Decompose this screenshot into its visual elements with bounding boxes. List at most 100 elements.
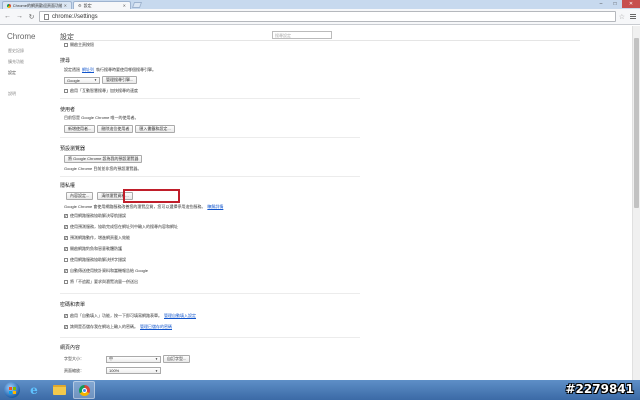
privacy-option-label: 預測網路動作，增進網頁載入效能 [70,235,130,240]
page-zoom-row: 頁面縮放： 100% ▼ [64,367,161,374]
search-engine-value: Google [67,77,80,83]
chevron-down-icon: ▼ [155,368,158,373]
search-settings-input[interactable]: 搜尋設定 [272,31,332,39]
tab-label: 設定 [83,2,92,8]
save-passwords-checkbox[interactable]: ✓ [64,325,68,329]
privacy-option: ✓ 開啟網路釣魚和惡意軟體防護 [64,246,122,252]
sidebar: Chrome 歷史記錄 擴充功能 設定 說明 [0,26,52,380]
instant-checkbox[interactable] [64,89,68,93]
privacy-option-label: 自動傳送使用統計資料和當機報告給 Google [70,268,149,273]
import-bookmarks-button[interactable]: 匯入書籤和設定... [135,125,175,133]
delete-user-button[interactable]: 刪除這位使用者 [97,125,134,133]
chrome-favicon-icon [7,3,11,8]
chevron-down-icon: ▼ [94,78,97,82]
minimize-icon[interactable]: – [594,0,608,8]
privacy-desc-text: Google Chrome 會使用網路服務改善您的瀏覽品質，您可以選擇停用這些服… [64,204,206,209]
chevron-down-icon: ▼ [155,357,158,361]
content-settings-button[interactable]: 內容設定... [66,192,94,200]
privacy-option-checkbox[interactable]: ✓ [64,236,68,240]
privacy-option: ✓ 自動傳送使用統計資料和當機報告給 Google [64,268,148,274]
scrollbar[interactable] [632,26,640,380]
new-tab-button[interactable] [131,2,143,8]
web-content-section-title: 網頁內容 [60,345,81,351]
manage-passwords-link[interactable]: 管理已儲存的密碼 [140,324,172,330]
divider [60,176,360,177]
autofill-checkbox[interactable]: ✓ [64,314,68,318]
forward-arrow-icon[interactable]: → [15,12,24,21]
taskbar-file-explorer[interactable] [48,381,70,399]
autofill-row: ✓ 啟用「自動填入」功能，按一下即可填寫網路表單。 管理自動填入設定 [64,313,196,319]
reload-icon[interactable]: ↻ [27,12,36,21]
users-section-title: 使用者 [60,107,76,113]
taskbar: e #2279841 [0,380,640,400]
search-engine-row: Google ▼ 管理搜尋引擎... [64,76,138,84]
tab-close-icon[interactable]: ✕ [64,3,67,8]
divider [60,137,360,138]
home-button-label: 開啟主頁按鈕 [70,42,94,47]
font-size-row: 字型大小： 中 ▼ 自訂字型... [64,355,191,363]
add-user-button[interactable]: 新增使用者... [64,125,96,133]
maximize-icon[interactable]: □ [608,0,622,8]
address-bar[interactable]: chrome://settings [39,11,616,22]
autofill-label: 啟用「自動填入」功能，按一下即可填寫網路表單。 [70,313,162,318]
page-zoom-label: 頁面縮放： [64,367,84,373]
browser-toolbar: ← → ↻ chrome://settings ☆ [0,9,640,25]
privacy-option-checkbox[interactable]: ✓ [64,214,68,218]
gear-icon: ⚙ [78,3,82,8]
chrome-menu-icon[interactable] [628,12,637,21]
page-zoom-value: 100% [109,368,120,373]
taskbar-chrome[interactable] [73,381,95,399]
home-button-checkbox[interactable] [64,43,68,47]
scroll-thumb[interactable] [634,38,639,208]
sidebar-item-settings[interactable]: 設定 [8,70,16,76]
sidebar-item-history[interactable]: 歷史記錄 [8,48,24,54]
default-browser-row: 將 Google Chrome 設為我的預設瀏覽器 [64,155,143,163]
sidebar-title: Chrome [7,32,36,41]
page-zoom-select[interactable]: 100% ▼ [106,367,161,374]
privacy-option-checkbox[interactable]: ✓ [64,247,68,251]
set-default-browser-button[interactable]: 將 Google Chrome 設為我的預設瀏覽器 [64,155,143,163]
privacy-option-label: 使用預測服務，協助完成您在網址列中輸入的搜尋內容和網址 [70,224,178,229]
privacy-option: ✓ 使用網路服務協助解決導航錯誤 [64,213,126,219]
privacy-option-checkbox[interactable]: ✓ [64,225,68,229]
manage-autofill-link[interactable]: 管理自動填入設定 [164,313,196,319]
passwords-section-title: 密碼和表單 [60,302,86,308]
divider [60,337,360,338]
bookmark-star-icon[interactable]: ☆ [619,13,625,21]
instant-row: 啟用「互動智慧搜尋」加快搜尋的速度 [64,88,138,94]
tab-chrome-guide[interactable]: Chrome的網頁歡迎頁面功能與工具 ✕ [2,1,72,9]
privacy-option: ✓ 使用預測服務，協助完成您在網址列中輸入的搜尋內容和網址 [64,224,178,230]
privacy-option-checkbox[interactable] [64,258,68,262]
learn-more-link[interactable]: 瞭解詳情 [207,204,223,210]
tab-settings[interactable]: ⚙ 設定 ✕ [73,1,131,9]
internet-explorer-icon: e [30,383,38,397]
highlight-box [123,189,180,203]
sidebar-item-extensions[interactable]: 擴充功能 [8,59,24,65]
search-section-title: 搜尋 [60,58,71,64]
page-icon [44,13,49,20]
customize-fonts-button[interactable]: 自訂字型... [163,355,191,363]
settings-page: Chrome 歷史記錄 擴充功能 設定 說明 設定 搜尋設定 開啟主頁按鈕 搜尋… [0,26,640,380]
privacy-option-checkbox[interactable]: ✓ [64,269,68,273]
manage-search-engines-button[interactable]: 管理搜尋引擎... [102,76,138,84]
divider [60,40,580,41]
search-engine-select[interactable]: Google ▼ [64,76,100,84]
sidebar-item-help[interactable]: 說明 [8,91,16,97]
font-size-select[interactable]: 中 ▼ [106,355,161,363]
search-desc-suffix: 執行搜尋時要使用哪個搜尋引擎。 [96,67,156,72]
privacy-option-label: 將「不追蹤」要求與瀏覽流量一併送出 [70,279,138,284]
back-arrow-icon[interactable]: ← [3,12,12,21]
tab-close-icon[interactable]: ✕ [123,3,126,8]
search-desc-prefix: 設定透過 [64,67,80,72]
start-button[interactable] [4,382,20,398]
omnibox-link[interactable]: 網址列 [82,67,94,73]
tab-label: Chrome的網頁歡迎頁面功能與工具 [12,2,62,8]
close-window-icon[interactable]: ✕ [622,0,640,8]
privacy-option: 將「不追蹤」要求與瀏覽流量一併送出 [64,279,138,285]
privacy-option-checkbox[interactable] [64,280,68,284]
font-size-value: 中 [109,356,113,361]
save-passwords-row: ✓ 詢問是否儲存我在網站上輸入的密碼。 管理已儲存的密碼 [64,324,172,330]
taskbar-internet-explorer[interactable]: e [23,381,45,399]
tab-strip: Chrome的網頁歡迎頁面功能與工具 ✕ ⚙ 設定 ✕ – □ ✕ [0,0,640,9]
divider [60,293,360,294]
